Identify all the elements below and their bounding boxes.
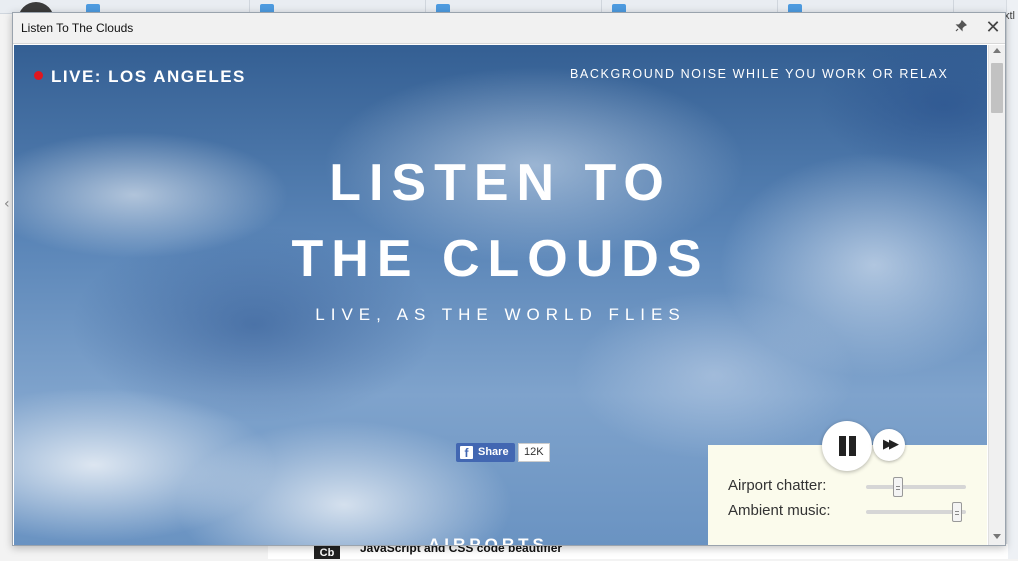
scrollbar-thumb[interactable] [991, 63, 1003, 113]
ambient-music-label: Ambient music: [728, 502, 831, 519]
web-content: LIVE: LOS ANGELES BACKGROUND NOISE WHILE… [14, 45, 987, 545]
window-title: Listen To The Clouds [21, 21, 134, 35]
hero-subtitle: LIVE, AS THE WORLD FLIES [315, 305, 686, 324]
close-icon[interactable]: ✕ [983, 18, 1003, 38]
skip-forward-button[interactable]: ▶▶ [873, 429, 905, 461]
tagline: BACKGROUND NOISE WHILE YOU WORK OR RELAX [570, 67, 949, 81]
pause-button[interactable] [822, 421, 872, 471]
hero-title: LISTEN TO THE CLOUDS [14, 145, 987, 297]
facebook-share-button[interactable]: f Share [456, 443, 515, 462]
slider-thumb[interactable] [952, 502, 962, 522]
vertical-scrollbar[interactable] [988, 45, 1005, 545]
ambient-music-slider[interactable] [866, 502, 966, 522]
live-location: LIVE: LOS ANGELES [34, 67, 246, 87]
pin-icon[interactable] [953, 19, 969, 36]
fast-forward-icon: ▶▶ [883, 437, 899, 452]
live-label: LIVE: LOS ANGELES [51, 67, 246, 86]
scroll-down-icon[interactable] [993, 534, 1001, 539]
title-bar[interactable]: Listen To The Clouds ✕ [13, 13, 1005, 44]
section-heading: AIRPORTS [428, 535, 548, 545]
popup-window: Listen To The Clouds ✕ LIVE: LOS ANGELES… [12, 12, 1006, 546]
scroll-up-icon[interactable] [993, 48, 1001, 53]
ambient-music-row: Ambient music: [728, 502, 978, 522]
hero-line-2: THE CLOUDS [291, 230, 710, 288]
airport-chatter-row: Airport chatter: [728, 477, 978, 497]
share-count: 12K [518, 443, 550, 462]
chevron-left-icon[interactable]: ‹ [4, 196, 10, 212]
hero-line-1: LISTEN TO [329, 154, 672, 212]
cb-logo-icon: Cb [314, 545, 340, 559]
share-label: Share [478, 446, 509, 458]
airport-chatter-label: Airport chatter: [728, 477, 827, 494]
airport-chatter-slider[interactable] [866, 477, 966, 497]
facebook-icon: f [460, 446, 473, 460]
background-right-edge [1006, 0, 1018, 559]
live-dot-icon [34, 71, 43, 80]
slider-thumb[interactable] [893, 477, 903, 497]
